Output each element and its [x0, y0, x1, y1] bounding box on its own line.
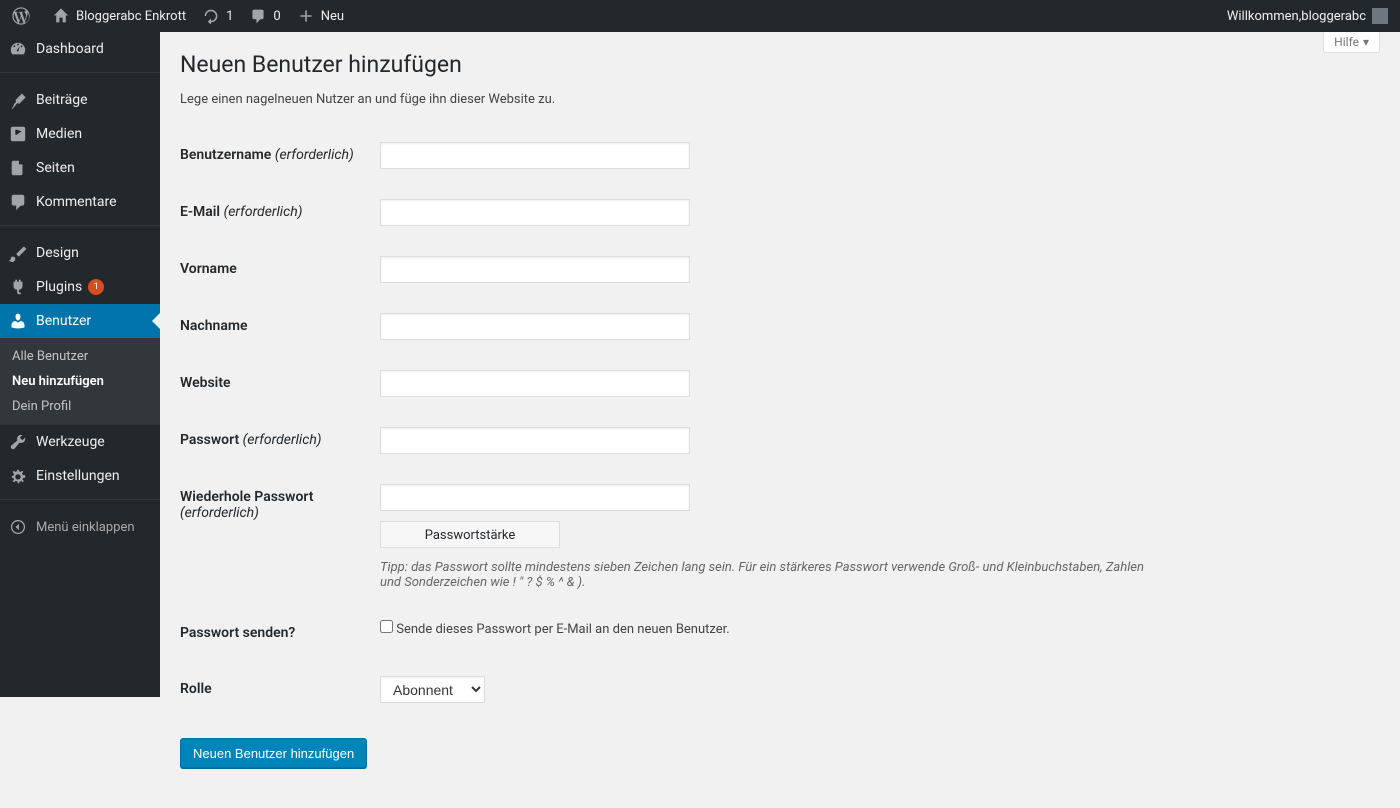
submenu-add-user[interactable]: Neu hinzufügen: [0, 369, 160, 394]
new-content-link[interactable]: Neu: [289, 0, 352, 32]
menu-pages-label: Seiten: [36, 160, 75, 176]
users-submenu: Alle Benutzer Neu hinzufügen Dein Profil: [0, 338, 160, 425]
label-password2: Wiederhole Passwort: [180, 489, 313, 505]
password-hint: Tipp: das Passwort sollte mindestens sie…: [380, 560, 1150, 590]
label-username: Benutzername: [180, 147, 271, 163]
admin-bar: Bloggerabc Enkrott 1 0 Neu Willkommen, b…: [0, 0, 1400, 32]
menu-pages[interactable]: Seiten: [0, 151, 160, 185]
menu-dashboard-label: Dashboard: [36, 41, 104, 57]
menu-settings-label: Einstellungen: [36, 468, 120, 484]
my-account-link[interactable]: Willkommen, bloggerabc: [1219, 0, 1396, 32]
label-website: Website: [180, 375, 231, 391]
pin-icon: [8, 90, 28, 110]
website-input[interactable]: [380, 370, 690, 397]
user-form: Benutzername (erforderlich) E-Mail (erfo…: [180, 127, 1380, 718]
menu-plugins-label: Plugins: [36, 279, 82, 295]
menu-posts[interactable]: Beiträge: [0, 83, 160, 117]
menu-comments-label: Kommentare: [36, 194, 117, 210]
plugins-badge: 1: [88, 279, 104, 295]
menu-settings[interactable]: Einstellungen: [0, 459, 160, 493]
role-select[interactable]: Abonnent: [380, 676, 485, 703]
menu-appearance[interactable]: Design: [0, 236, 160, 270]
plugin-icon: [8, 277, 28, 297]
label-password: Passwort: [180, 432, 239, 448]
label-role: Rolle: [180, 681, 212, 697]
menu-plugins[interactable]: Plugins 1: [0, 270, 160, 304]
required-note: (erforderlich): [224, 204, 303, 220]
email-input[interactable]: [380, 199, 690, 226]
collapse-menu-label: Menü einklappen: [36, 520, 135, 535]
new-content-label: Neu: [321, 9, 344, 24]
send-password-checkbox[interactable]: [380, 620, 393, 633]
submit-add-user-button[interactable]: Neuen Benutzer hinzufügen: [180, 738, 367, 768]
username-input[interactable]: [380, 142, 690, 169]
send-password-label[interactable]: Sende dieses Passwort per E-Mail an den …: [380, 622, 730, 637]
home-icon: [52, 7, 70, 25]
page-title: Neuen Benutzer hinzufügen: [180, 42, 1380, 82]
menu-comments[interactable]: Kommentare: [0, 185, 160, 219]
page-description: Lege einen nagelneuen Nutzer an und füge…: [180, 92, 1380, 107]
menu-appearance-label: Design: [36, 245, 79, 261]
welcome-user: bloggerabc: [1301, 9, 1366, 24]
label-email: E-Mail: [180, 204, 220, 220]
dashboard-icon: [8, 39, 28, 59]
send-password-text: Sende dieses Passwort per E-Mail an den …: [396, 622, 729, 637]
password-strength-indicator: Passwortstärke: [380, 521, 560, 548]
label-firstname: Vorname: [180, 261, 237, 277]
collapse-menu-button[interactable]: Menü einklappen: [0, 510, 160, 544]
wp-logo-link[interactable]: [4, 0, 44, 32]
menu-tools-label: Werkzeuge: [36, 434, 105, 450]
user-icon: [8, 311, 28, 331]
lastname-input[interactable]: [380, 313, 690, 340]
chevron-down-icon: ▾: [1363, 35, 1369, 49]
menu-users[interactable]: Benutzer: [0, 304, 160, 338]
menu-media[interactable]: Medien: [0, 117, 160, 151]
menu-users-label: Benutzer: [36, 313, 91, 329]
submenu-your-profile[interactable]: Dein Profil: [0, 394, 160, 419]
collapse-icon: [8, 517, 28, 537]
wrench-icon: [8, 432, 28, 452]
menu-tools[interactable]: Werkzeuge: [0, 425, 160, 459]
label-send-password: Passwort senden?: [180, 625, 295, 641]
firstname-input[interactable]: [380, 256, 690, 283]
comments-icon: [8, 192, 28, 212]
comment-icon: [249, 7, 267, 25]
page-icon: [8, 158, 28, 178]
site-name-label: Bloggerabc Enkrott: [76, 9, 186, 24]
submenu-all-users[interactable]: Alle Benutzer: [0, 344, 160, 369]
updates-count: 1: [226, 9, 233, 24]
site-name-link[interactable]: Bloggerabc Enkrott: [44, 0, 194, 32]
wordpress-icon: [12, 7, 30, 25]
label-lastname: Nachname: [180, 318, 248, 334]
required-note: (erforderlich): [180, 505, 259, 521]
updates-icon: [202, 7, 220, 25]
menu-posts-label: Beiträge: [36, 92, 88, 108]
help-tab-label: Hilfe: [1334, 35, 1359, 49]
required-note: (erforderlich): [275, 147, 354, 163]
admin-sidebar: Dashboard Beiträge Medien Seiten Komment…: [0, 32, 160, 697]
updates-link[interactable]: 1: [194, 0, 241, 32]
welcome-prefix: Willkommen,: [1227, 9, 1301, 24]
password-input[interactable]: [380, 427, 690, 454]
settings-icon: [8, 466, 28, 486]
comments-link[interactable]: 0: [241, 0, 288, 32]
brush-icon: [8, 243, 28, 263]
menu-media-label: Medien: [36, 126, 82, 142]
comments-count: 0: [273, 9, 280, 24]
plus-icon: [297, 7, 315, 25]
password2-input[interactable]: [380, 484, 690, 511]
media-icon: [8, 124, 28, 144]
content-area: Hilfe ▾ Neuen Benutzer hinzufügen Lege e…: [160, 0, 1400, 697]
avatar-icon: [1372, 8, 1388, 24]
menu-dashboard[interactable]: Dashboard: [0, 32, 160, 66]
required-note: (erforderlich): [243, 432, 322, 448]
help-tab-toggle[interactable]: Hilfe ▾: [1323, 32, 1380, 53]
